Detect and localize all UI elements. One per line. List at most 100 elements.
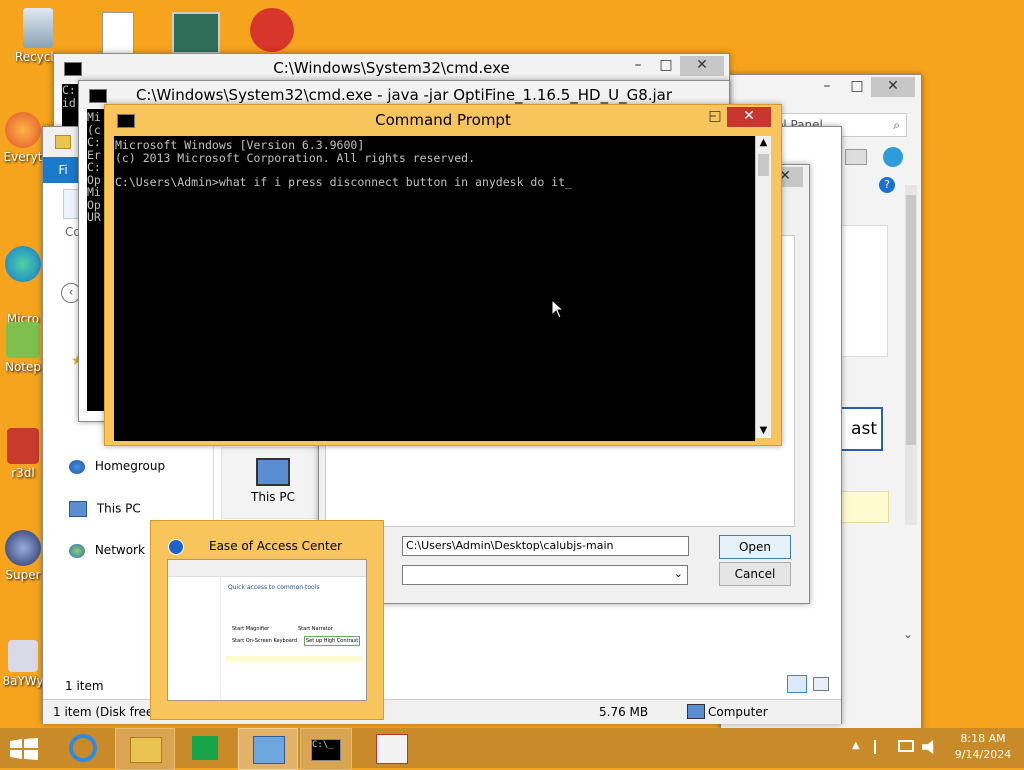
cancel-button-label: Cancel [734, 567, 776, 581]
preview-heading: Quick access to common tools [228, 584, 320, 591]
status-size: 5.76 MB [599, 705, 649, 719]
filetype-select[interactable]: ⌄ [402, 565, 688, 585]
clock[interactable]: 8:18 AM 9/14/2024 [948, 731, 1018, 763]
minimize-button[interactable]: – [624, 56, 652, 76]
computer-icon [69, 501, 87, 517]
maximize-button[interactable]: □ [652, 56, 680, 76]
scroll-down-arrow[interactable]: ⌄ [903, 627, 913, 641]
store-icon [192, 736, 218, 760]
show-hidden-icons-icon[interactable]: ▲ [852, 740, 860, 751]
scroll-thumb[interactable] [906, 195, 916, 445]
taskbar-explorer-button[interactable] [115, 728, 175, 770]
item-count: 1 item [65, 679, 104, 693]
thumbnail-title: Ease of Access Center [209, 539, 343, 553]
application-icon[interactable] [172, 12, 220, 54]
help-icon[interactable]: ? [879, 177, 895, 193]
r3dl-icon [7, 428, 39, 464]
scrollbar[interactable] [905, 185, 917, 525]
folder-icon [55, 135, 71, 149]
computer-icon [687, 704, 705, 719]
cmd-back-title: C:\Windows\System32\cmd.exe [273, 59, 510, 77]
path-input-value: C:\Users\Admin\Desktop\calubjs-main [406, 539, 614, 552]
cmd-icon: C:\_ [311, 739, 341, 761]
taskbar-store-button[interactable] [176, 728, 234, 768]
preview-toolbar [168, 560, 366, 577]
everything-icon [5, 112, 41, 148]
cmd-icon [64, 62, 82, 76]
taskbar-cmd-button[interactable]: C:\_ [300, 728, 352, 770]
chevron-down-icon: ⌄ [673, 567, 683, 580]
cmd-java-title: C:\Windows\System32\cmd.exe - java -jar … [135, 86, 673, 104]
scroll-up-arrow[interactable]: ▲ [756, 136, 771, 150]
open-button[interactable]: Open [719, 535, 791, 559]
preview-sidebar [168, 576, 221, 700]
notepad-icon [6, 322, 40, 358]
close-button[interactable]: ✕ [680, 56, 724, 76]
search-icon: ⌕ [893, 118, 900, 132]
console-line: (c) 2013 Microsoft Corporation. All righ… [115, 150, 476, 165]
recycle-bin-image [23, 8, 53, 48]
clock-date: 9/14/2024 [954, 748, 1012, 761]
ease-of-access-thumbnail[interactable]: Ease of Access Center Quick access to co… [150, 520, 384, 720]
preview-item: Start Narrator [298, 626, 333, 632]
action-center-flag-icon[interactable] [874, 740, 890, 754]
nav-network-label: Network [94, 543, 145, 557]
preview-item: Set up High Contrast [304, 636, 361, 646]
java-icon [376, 734, 408, 764]
homegroup-icon [69, 459, 85, 474]
scroll-down-arrow[interactable]: ▼ [756, 424, 771, 438]
console-line: Microsoft Windows [Version 6.3.9600] [115, 138, 365, 152]
document-icon[interactable] [102, 12, 134, 54]
taskbar-ie-button[interactable] [55, 728, 113, 768]
maximize-button[interactable]: □ [843, 77, 871, 97]
8aywy-icon [8, 640, 38, 672]
tiles-view-icon[interactable] [813, 677, 829, 691]
volume-muted-icon[interactable] [922, 740, 934, 754]
ease-of-access-icon [168, 539, 184, 555]
super-icon [5, 530, 41, 566]
preview-item: Start Magnifier [232, 626, 270, 632]
cmd-front-title: Command Prompt [375, 111, 511, 129]
file-explorer-icon [130, 737, 162, 763]
cancel-button[interactable]: Cancel [719, 562, 791, 586]
taskbar-control-panel-button[interactable] [238, 728, 298, 770]
network-tray-icon[interactable] [898, 740, 914, 752]
control-panel-icon [253, 736, 285, 764]
edge-icon [5, 246, 41, 282]
windows-logo-icon [10, 738, 38, 760]
app-shortcut-icon[interactable] [250, 8, 294, 52]
nav-homegroup-label: Homegroup [94, 459, 166, 473]
cmd-icon [89, 89, 107, 103]
network-icon [69, 543, 85, 558]
status-location: Computer [708, 705, 768, 719]
internet-explorer-icon [69, 734, 97, 762]
cmd-front-console[interactable]: Microsoft Windows [Version 6.3.9600] (c)… [114, 136, 755, 441]
this-pc-tile[interactable]: This PC [221, 447, 325, 519]
restore-button[interactable]: □ [701, 107, 729, 127]
thumbnail-preview: Quick access to common tools Start Magni… [167, 559, 367, 701]
nav-item-homegroup[interactable]: Homegroup [69, 459, 165, 474]
open-button-label: Open [738, 540, 772, 554]
details-view-icon[interactable] [787, 675, 807, 693]
view-icon[interactable] [845, 149, 867, 165]
cmd-front-titlebar[interactable]: Command Prompt [105, 105, 781, 135]
preview-item: Start On-Screen Keyboard [232, 638, 297, 644]
start-button[interactable] [0, 728, 58, 768]
close-button[interactable]: ✕ [727, 107, 771, 127]
path-input[interactable]: C:\Users\Admin\Desktop\calubjs-main [402, 536, 689, 556]
file-tab-label: Fi [58, 163, 68, 177]
nav-item-this-pc[interactable]: This PC [69, 501, 141, 517]
scroll-thumb[interactable] [758, 154, 769, 176]
nav-item-network[interactable]: Network [69, 543, 145, 558]
taskbar: C:\_ ▲ 8:18 AM 9/14/2024 [0, 728, 1024, 770]
help-globe-icon[interactable] [883, 147, 903, 167]
taskbar-java-button[interactable] [362, 728, 420, 768]
nav-this-pc-label: This PC [96, 501, 141, 516]
command-prompt-window[interactable]: Command Prompt – □ ✕ Microsoft Windows [… [104, 104, 782, 446]
close-button[interactable]: ✕ [871, 77, 915, 97]
minimize-button[interactable]: – [813, 77, 841, 97]
cmd-front-scrollbar[interactable]: ▲ ▼ [756, 136, 771, 438]
preview-notice [226, 656, 362, 662]
computer-icon [256, 458, 290, 486]
file-tab[interactable]: Fi [43, 157, 83, 183]
